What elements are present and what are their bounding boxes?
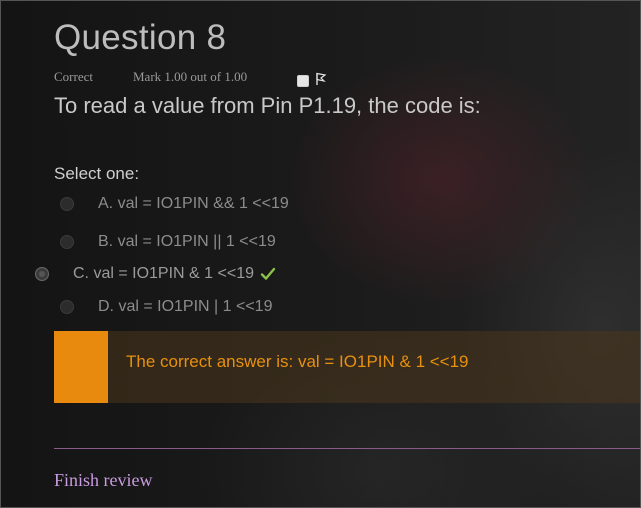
option-b-label[interactable]: B. val = IO1PIN || 1 <<19	[98, 233, 276, 251]
question-text: To read a value from Pin P1.19, the code…	[54, 93, 481, 118]
option-a[interactable]: A. val = IO1PIN && 1 <<19	[60, 193, 289, 215]
option-d-label[interactable]: D. val = IO1PIN | 1 <<19	[98, 298, 272, 316]
check-icon	[260, 267, 276, 280]
option-b[interactable]: B. val = IO1PIN || 1 <<19	[60, 231, 276, 253]
divider	[54, 448, 641, 449]
finish-review-link[interactable]: Finish review	[54, 470, 153, 491]
status-label: Correct	[54, 69, 93, 84]
flag-checkbox[interactable]	[297, 75, 309, 87]
radio-option-d[interactable]	[60, 300, 74, 314]
flag-icon[interactable]	[315, 72, 327, 86]
mark-label: Mark 1.00 out of 1.00	[133, 69, 248, 84]
option-c-label[interactable]: C. val = IO1PIN & 1 <<19	[73, 265, 254, 283]
feedback-accent-bar	[54, 331, 108, 403]
correct-answer-text: The correct answer is: val = IO1PIN & 1 …	[126, 352, 469, 371]
select-one-label: Select one:	[54, 164, 140, 183]
question-title: Question 8	[54, 18, 227, 57]
option-d[interactable]: D. val = IO1PIN | 1 <<19	[60, 296, 272, 318]
option-c[interactable]: C. val = IO1PIN & 1 <<19	[35, 263, 276, 285]
question-info: Correct Mark 1.00 out of 1.00	[54, 69, 247, 85]
option-a-label[interactable]: A. val = IO1PIN && 1 <<19	[98, 195, 289, 213]
radio-option-a[interactable]	[60, 197, 74, 211]
feedback-box: The correct answer is: val = IO1PIN & 1 …	[54, 331, 641, 403]
radio-option-c[interactable]	[35, 267, 49, 281]
radio-option-b[interactable]	[60, 235, 74, 249]
